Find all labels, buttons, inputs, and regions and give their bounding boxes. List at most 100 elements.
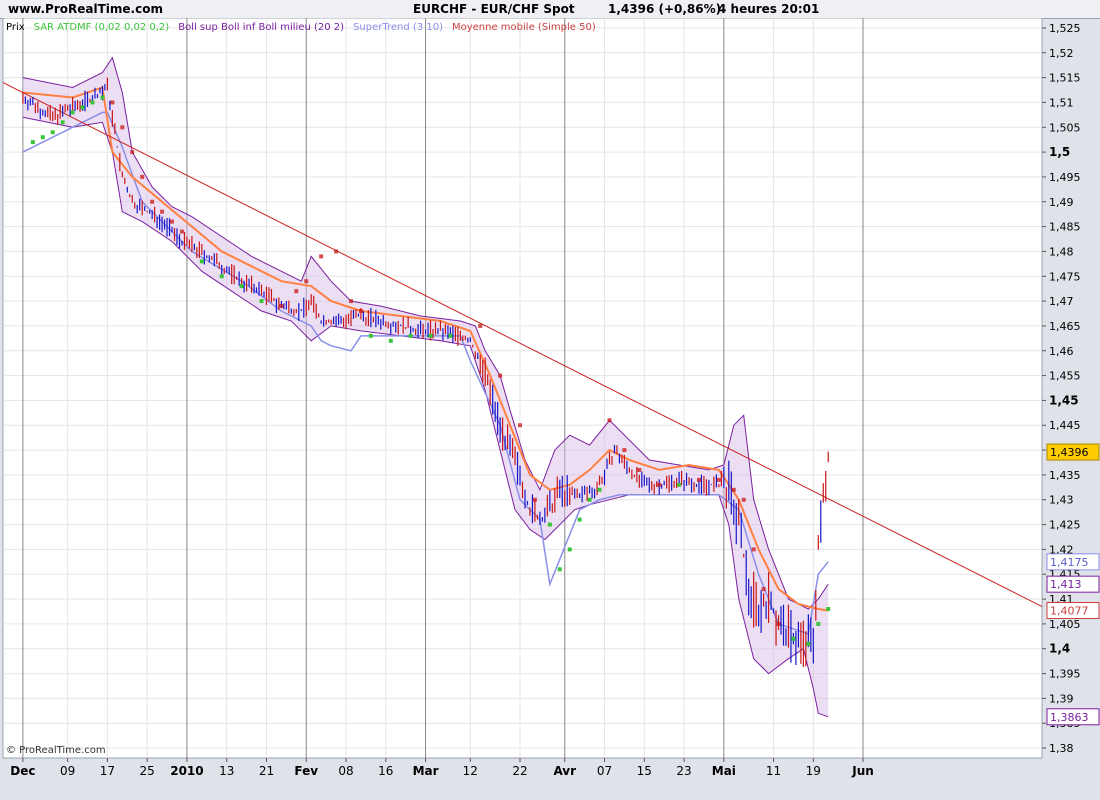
x-tick-label: 21 bbox=[259, 764, 274, 778]
sar-dot bbox=[239, 284, 244, 289]
price-tag-label: 1,4175 bbox=[1050, 556, 1089, 569]
sar-dot bbox=[304, 279, 309, 284]
sar-dot bbox=[319, 254, 324, 259]
sar-dot bbox=[40, 135, 45, 140]
sar-dot bbox=[60, 120, 65, 125]
x-tick-label: 09 bbox=[60, 764, 75, 778]
sar-dot bbox=[776, 621, 781, 626]
y-tick-label: 1,505 bbox=[1049, 121, 1081, 134]
legend-item: SuperTrend (3 10) bbox=[353, 22, 443, 33]
y-tick-label: 1,49 bbox=[1049, 196, 1074, 209]
y-tick-label: 1,52 bbox=[1049, 47, 1074, 60]
sar-dot bbox=[567, 547, 572, 552]
sar-dot bbox=[622, 448, 627, 453]
y-tick-label: 1,515 bbox=[1049, 72, 1081, 85]
time-axis[interactable]: Dec 09 17 25 2010 13 21 Fev 08 16 Mar 12 22 Avr 07 15 23… bbox=[10, 758, 874, 778]
x-tick-label: 22 bbox=[512, 764, 527, 778]
sar-dot bbox=[577, 517, 582, 522]
sar-dot bbox=[80, 105, 85, 110]
sar-dot bbox=[478, 323, 483, 328]
sar-dot bbox=[761, 587, 766, 592]
y-tick-label: 1,445 bbox=[1049, 419, 1081, 432]
sar-dot bbox=[348, 299, 353, 304]
y-tick-label: 1,465 bbox=[1049, 320, 1081, 333]
sar-dot bbox=[160, 209, 165, 214]
sar-dot bbox=[294, 289, 299, 294]
sar-dot bbox=[179, 229, 184, 234]
sar-dot bbox=[597, 487, 602, 492]
y-tick-label: 1,525 bbox=[1049, 22, 1081, 35]
sar-dot bbox=[547, 522, 552, 527]
y-tick-label: 1,475 bbox=[1049, 270, 1081, 283]
sar-dot bbox=[358, 309, 363, 314]
timeframe-label: 4 heures 20:01 bbox=[718, 2, 820, 16]
legend-item: Moyenne mobile (Simple 50) bbox=[452, 22, 596, 33]
sar-dot bbox=[259, 299, 264, 304]
sar-dot bbox=[199, 259, 204, 264]
x-tick-label: 07 bbox=[597, 764, 612, 778]
y-tick-label: 1,495 bbox=[1049, 171, 1081, 184]
price-tag-label: 1,413 bbox=[1050, 578, 1082, 591]
x-tick-label: Avr bbox=[553, 764, 576, 778]
y-tick-label: 1,435 bbox=[1049, 469, 1081, 482]
y-tick-label: 1,425 bbox=[1049, 519, 1081, 532]
price-tags: 1,4396 1,4175 1,413 1,4077 1,3863 bbox=[1046, 443, 1100, 726]
x-tick-label: Mai bbox=[712, 764, 736, 778]
sar-dot bbox=[518, 423, 523, 428]
sar-dot bbox=[388, 338, 393, 343]
sar-dot bbox=[130, 150, 135, 155]
sar-dot bbox=[150, 199, 155, 204]
y-tick-label: 1,47 bbox=[1049, 295, 1074, 308]
sar-dot bbox=[826, 607, 831, 612]
y-tick-label: 1,485 bbox=[1049, 221, 1081, 234]
sar-dot bbox=[219, 274, 224, 279]
x-tick-label: 2010 bbox=[170, 764, 203, 778]
legend-item: Prix bbox=[6, 22, 25, 33]
y-tick-label: 1,5 bbox=[1049, 145, 1070, 159]
x-tick-label: Dec bbox=[10, 764, 35, 778]
x-tick-label: 19 bbox=[806, 764, 821, 778]
sar-dot bbox=[120, 125, 125, 130]
x-tick-label: 12 bbox=[463, 764, 478, 778]
plot-area bbox=[2, 18, 1043, 759]
sar-dot bbox=[30, 140, 35, 145]
sar-dot bbox=[110, 100, 115, 105]
price-tag-label: 1,4396 bbox=[1050, 446, 1089, 459]
sar-dot bbox=[279, 304, 284, 309]
y-tick-label: 1,46 bbox=[1049, 345, 1074, 358]
sar-dot bbox=[587, 497, 592, 502]
y-tick-label: 1,39 bbox=[1049, 692, 1074, 705]
instrument-title: EURCHF - EUR/CHF Spot bbox=[413, 2, 575, 16]
sar-dot bbox=[170, 219, 175, 224]
price-chart[interactable]: Prix SAR ATDMF (0,02 0,02 0,2) Boll sup Bo… bbox=[0, 18, 1100, 800]
y-tick-label: 1,43 bbox=[1049, 494, 1074, 507]
sar-dot bbox=[816, 621, 821, 626]
sar-dot bbox=[716, 477, 721, 482]
x-tick-label: Fev bbox=[294, 764, 318, 778]
y-tick-label: 1,455 bbox=[1049, 370, 1081, 383]
y-tick-label: 1,405 bbox=[1049, 618, 1081, 631]
x-tick-label: 17 bbox=[100, 764, 115, 778]
sar-dot bbox=[498, 373, 503, 378]
x-tick-label: 15 bbox=[637, 764, 652, 778]
sar-dot bbox=[70, 110, 75, 115]
x-tick-label: Jun bbox=[851, 764, 874, 778]
sar-dot bbox=[637, 467, 642, 472]
sar-dot bbox=[408, 333, 413, 338]
sar-dot bbox=[100, 95, 105, 100]
y-tick-label: 1,48 bbox=[1049, 245, 1074, 258]
sar-dot bbox=[791, 636, 796, 641]
x-tick-label: Mar bbox=[413, 764, 439, 778]
sar-dot bbox=[90, 100, 95, 105]
last-price: 1,4396 (+0,86%) bbox=[608, 2, 722, 16]
x-tick-label: 25 bbox=[140, 764, 155, 778]
sar-dot bbox=[741, 497, 746, 502]
y-tick-label: 1,395 bbox=[1049, 668, 1081, 681]
x-tick-label: 08 bbox=[338, 764, 353, 778]
price-axis[interactable]: 1,525 1,52 1,515 1,51 1,505 1,5 1,495 1,49 1,485… bbox=[1042, 22, 1081, 755]
x-tick-label: 23 bbox=[676, 764, 691, 778]
x-tick-label: 11 bbox=[766, 764, 781, 778]
x-tick-label: 13 bbox=[219, 764, 234, 778]
site-name[interactable]: www.ProRealTime.com bbox=[8, 2, 163, 16]
sar-dot bbox=[677, 482, 682, 487]
